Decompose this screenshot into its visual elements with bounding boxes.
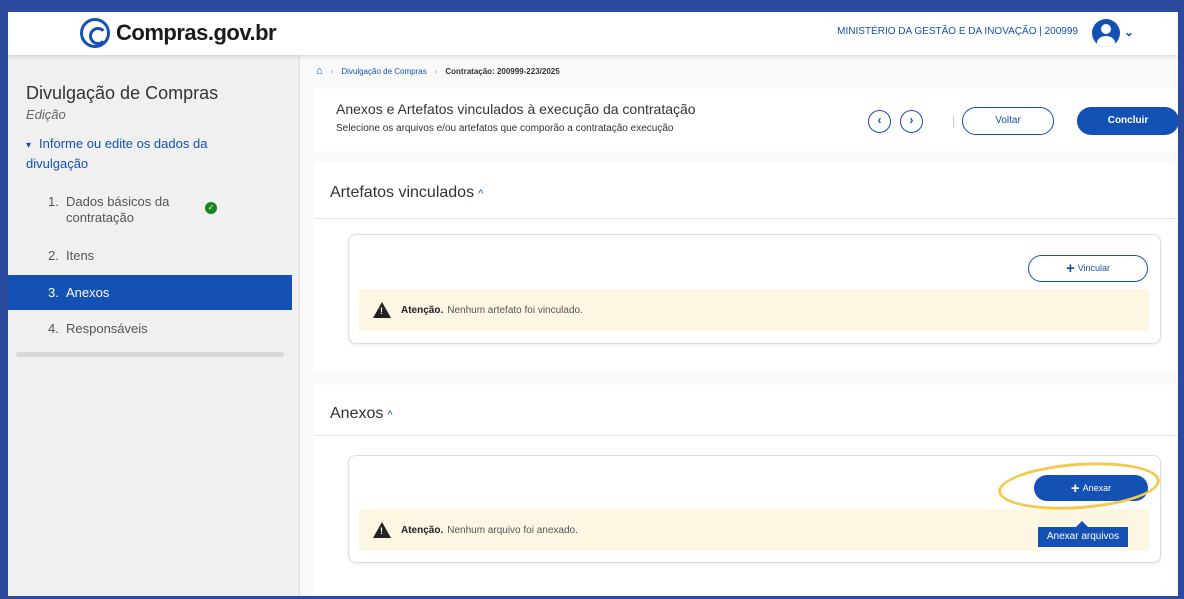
alert-text: Nenhum arquivo foi anexado. xyxy=(447,524,578,536)
alert-strong: Atenção. xyxy=(401,524,444,536)
step-number: 1. xyxy=(48,194,59,209)
page-title: Anexos e Artefatos vinculados à execução… xyxy=(336,101,696,117)
sidebar-group-toggle[interactable]: ▾ Informe ou edite os dados da divulgação xyxy=(26,135,246,173)
page-header: Anexos e Artefatos vinculados à execução… xyxy=(314,89,1178,151)
chevron-down-icon: ▾ xyxy=(26,140,32,151)
sidebar-item-responsaveis[interactable]: 4. Responsáveis xyxy=(8,312,292,344)
chevron-up-icon: ^ xyxy=(387,409,393,421)
plus-icon: + xyxy=(1065,260,1075,278)
top-header: Compras.gov.br MINISTÉRIO DA GESTÃO E DA… xyxy=(8,12,1178,55)
button-label: Vincular xyxy=(1077,263,1111,273)
main-content: ⌂ › Divulgação de Compras › Contratação:… xyxy=(300,55,1178,596)
previous-step-button[interactable]: ‹ xyxy=(868,110,891,133)
sidebar-item-anexos[interactable]: 3. Anexos xyxy=(8,275,292,310)
chevron-down-icon[interactable]: ⌄ xyxy=(1124,25,1134,39)
page-description: Selecione os arquivos e/ou artefatos que… xyxy=(336,123,674,134)
logo[interactable]: Compras.gov.br xyxy=(80,18,277,48)
sidebar-subtitle: Edição xyxy=(26,107,66,122)
chevron-right-icon: › xyxy=(330,66,334,76)
sidebar-title: Divulgação de Compras xyxy=(26,83,219,103)
step-number: 4. xyxy=(48,320,59,336)
home-icon[interactable]: ⌂ xyxy=(316,65,323,77)
alert-strong: Atenção. xyxy=(401,304,444,316)
alert-text: Nenhum artefato foi vinculado. xyxy=(447,304,583,316)
sidebar-item-label: Itens xyxy=(66,247,95,263)
tooltip: Anexar arquivos xyxy=(1038,521,1128,547)
link-artifact-button[interactable]: + Vincular xyxy=(1028,255,1148,282)
logo-text: Compras.gov.br xyxy=(116,20,277,45)
compras-logo-icon xyxy=(80,18,110,48)
warning-alert: Atenção. Nenhum arquivo foi anexado. xyxy=(359,509,1149,551)
sidebar-item-label: Anexos xyxy=(66,285,110,300)
divider xyxy=(953,116,954,128)
check-circle-icon: ✓ xyxy=(205,202,217,214)
divider xyxy=(314,435,1178,436)
chevron-left-icon: ‹ xyxy=(877,113,882,127)
sidebar: Divulgação de Compras Edição ▾ Informe ou… xyxy=(8,55,300,596)
step-number: 3. xyxy=(48,285,59,300)
ministry-label[interactable]: MINISTÉRIO DA GESTÃO E DA INOVAÇÃO | 200… xyxy=(837,26,1078,37)
anexos-title-toggle[interactable]: Anexos ^ xyxy=(330,405,393,423)
sidebar-item-label: Dados básicos da contratação xyxy=(66,194,170,225)
chevron-right-icon: › xyxy=(434,66,438,76)
step-number: 2. xyxy=(48,247,59,263)
chevron-right-icon: › xyxy=(909,113,914,127)
divider xyxy=(314,218,1178,219)
breadcrumb-link[interactable]: Divulgação de Compras xyxy=(341,67,426,76)
next-step-button[interactable]: › xyxy=(900,110,923,133)
sidebar-scrollbar[interactable] xyxy=(16,352,284,357)
chevron-up-icon: ^ xyxy=(478,188,484,200)
section-title: Anexos xyxy=(330,405,384,422)
artefatos-card: +Vincular Atenção. Nenhum artefato foi v… xyxy=(348,234,1161,344)
finish-button[interactable]: Concluir xyxy=(1077,107,1178,135)
sidebar-item-itens[interactable]: 2. Itens xyxy=(8,239,292,271)
artefatos-section: Artefatos vinculados^ +Vincular Atenção.… xyxy=(314,162,1178,372)
warning-icon xyxy=(373,522,391,538)
breadcrumb: ⌂ › Divulgação de Compras › Contratação:… xyxy=(316,65,560,77)
user-avatar-icon[interactable] xyxy=(1092,19,1120,47)
back-button[interactable]: Voltar xyxy=(962,107,1054,135)
sidebar-item-label: Responsáveis xyxy=(66,320,148,336)
warning-alert: Atenção. Nenhum artefato foi vinculado. xyxy=(359,289,1149,331)
sidebar-item-dados-basicos[interactable]: 1. Dados básicos da contratação ✓ xyxy=(8,190,292,230)
sidebar-group-label: Informe ou edite os dados da divulgação xyxy=(26,136,208,171)
breadcrumb-current: Contratação: 200999-223/2025 xyxy=(445,66,560,76)
section-title: Artefatos vinculados xyxy=(330,184,475,201)
artefatos-title-toggle[interactable]: Artefatos vinculados ^ xyxy=(330,184,483,202)
warning-icon xyxy=(373,302,391,318)
app-window: Compras.gov.br MINISTÉRIO DA GESTÃO E DA… xyxy=(8,12,1178,596)
